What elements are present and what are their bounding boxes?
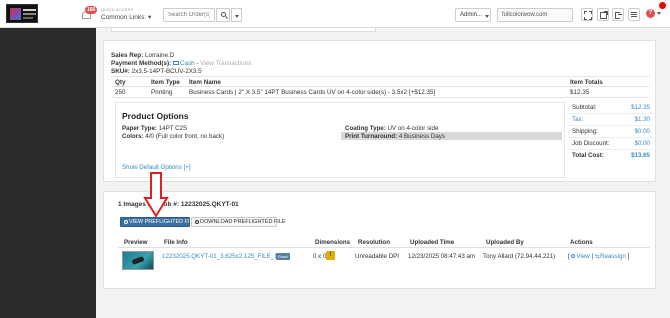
domain-selector[interactable]: fullcolorwow.com bbox=[497, 8, 573, 22]
view-preflighted-file-button[interactable]: VIEW PREFLIGHTED FILE bbox=[120, 217, 196, 227]
uploaded-time: 12/23/2025 08:47:43 am bbox=[408, 253, 476, 260]
sku: SKU#: 2x3.5-14PT-BCUV-2X3.5 bbox=[111, 68, 202, 75]
common-links-label: Common Links: bbox=[101, 14, 147, 21]
search-options-dropdown[interactable] bbox=[231, 8, 242, 22]
search-icon bbox=[571, 254, 576, 259]
cash-icon bbox=[172, 61, 179, 66]
reassign-link[interactable]: Reassign bbox=[600, 253, 626, 260]
table-row: 12232025.QKYT-01_3.625x2.125_FILE_1.jpg … bbox=[118, 248, 650, 274]
payment-method: Payment Method(s): Cash - View Transacti… bbox=[111, 60, 252, 67]
job-discount-row: Job Discount: $0.00 bbox=[568, 138, 654, 150]
notification-bell[interactable]: 166 bbox=[80, 6, 98, 20]
red-arrow-annotation bbox=[143, 172, 169, 218]
chevron-down-icon bbox=[235, 15, 239, 18]
table-row: 250 Printing Business Cards | 2" X 3.5" … bbox=[111, 87, 650, 98]
fullscreen-icon[interactable] bbox=[581, 8, 593, 21]
menu-icon[interactable] bbox=[628, 8, 640, 21]
tax-row: Tax: $1.30 bbox=[568, 114, 654, 126]
alert-dot bbox=[659, 2, 666, 9]
help-dropdown[interactable]: ? bbox=[646, 2, 666, 21]
download-preflighted-file-button[interactable]: DOWNLOAD PREFLIGHTED FILE bbox=[191, 217, 286, 227]
file-preview-thumbnail[interactable] bbox=[122, 251, 154, 270]
admin-label: Admin... bbox=[460, 12, 483, 18]
help-icon: ? bbox=[646, 9, 655, 18]
items-table-header: Qty Item Type Item Name Item Totals bbox=[111, 76, 650, 87]
row-actions: [ View | ⇆Reassign ] bbox=[568, 253, 630, 260]
company-logo[interactable] bbox=[6, 4, 38, 23]
download-icon bbox=[195, 219, 199, 224]
colors: Colors: 4/0 (Full color front, no back) bbox=[122, 133, 225, 140]
print-turnaround: Print Turnaround: 4 Business Days bbox=[345, 133, 445, 140]
external-link-icon[interactable] bbox=[597, 8, 609, 21]
dimensions: 0 x 0 bbox=[313, 253, 327, 260]
product-options-title: Product Options bbox=[122, 111, 189, 121]
left-sidebar bbox=[0, 28, 96, 318]
coating-type: Coating Type: UV on 4-color side bbox=[345, 125, 439, 132]
sign-out-icon[interactable] bbox=[612, 8, 624, 21]
total-cost-row: Total Cost: $13.65 bbox=[572, 152, 650, 159]
top-bar: 166 QUICK ACCESS Common Links: ▾ Admin..… bbox=[0, 0, 670, 28]
file-name-link[interactable]: 12232025.QKYT-01_3.625x2.125_FILE_1.jpg bbox=[162, 253, 288, 260]
images-table-header: Preview File Info Dimensions Resolution … bbox=[118, 237, 650, 248]
quick-access-label: QUICK ACCESS bbox=[101, 7, 134, 12]
search-button[interactable] bbox=[216, 8, 230, 22]
resolution: Unreadable DPI bbox=[355, 253, 400, 260]
previous-panel-edge bbox=[111, 28, 376, 32]
common-links-dropdown[interactable]: Common Links: ▾ bbox=[101, 13, 151, 21]
job-images-title: 1 Images For Job #: 12232025.QKYT-01 bbox=[118, 201, 239, 208]
warning-icon: ! bbox=[326, 251, 335, 260]
shipping-row: Shipping: $0.00 bbox=[568, 126, 654, 138]
uploaded-by: Tony Allard (72.94.44.221) bbox=[483, 253, 556, 260]
subtotal-row: Subtotal: $12.35 bbox=[568, 102, 654, 114]
paper-type: Paper Type: 14PT C2S bbox=[122, 125, 188, 132]
admin-dropdown[interactable]: Admin... bbox=[455, 8, 491, 22]
fixed-badge: Fixed bbox=[276, 253, 290, 260]
view-transactions-link[interactable]: View Transactions bbox=[200, 60, 251, 67]
notification-count-badge: 166 bbox=[85, 6, 98, 14]
chevron-down-icon bbox=[485, 15, 489, 18]
order-search-input[interactable] bbox=[163, 8, 215, 22]
chevron-down-icon bbox=[657, 12, 661, 15]
sales-rep: Sales Rep: Lorraine.D bbox=[111, 52, 175, 59]
show-default-options-link[interactable]: Show Default Options [+] bbox=[122, 164, 191, 171]
search-icon bbox=[124, 219, 128, 224]
view-link[interactable]: View bbox=[576, 253, 589, 260]
